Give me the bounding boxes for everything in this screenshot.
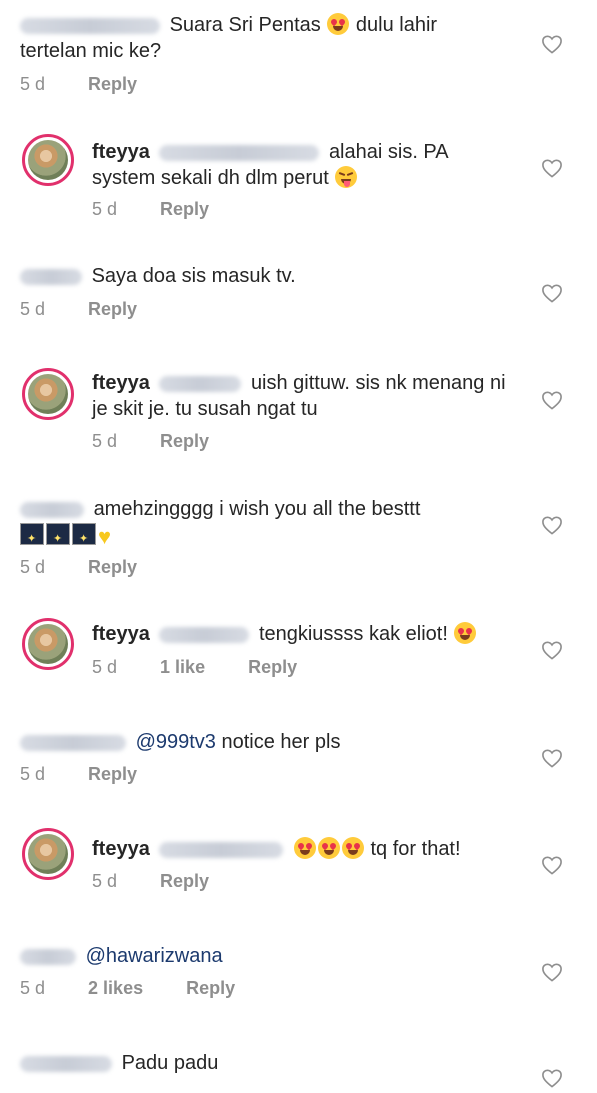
comment-time: 5 d [20,557,46,577]
comment-time: 5 d [92,871,118,891]
comment-meta: 5 d Reply [92,198,247,220]
reply-button[interactable]: Reply [160,431,209,451]
reply-button[interactable]: Reply [248,657,297,677]
reply-button[interactable]: Reply [88,299,137,319]
heart-eyes-emoji [454,622,477,644]
mention-link[interactable]: @999tv3 [136,731,216,753]
comment-text: fteyya alahai sis. PA system sekali dh d… [92,141,449,189]
comment-text: Suara Sri Pentas dulu lahir tertelan mic… [20,13,438,62]
username[interactable]: fteyya [92,372,150,394]
comment-meta: 5 d Reply [20,298,175,320]
comment-text: amehzingggg i wish you all the besttt ♥ [20,496,490,552]
comment-time: 5 d [20,764,46,784]
blurred-username[interactable] [20,948,76,965]
blurred-mention[interactable] [159,841,284,858]
username[interactable]: fteyya [92,141,150,163]
comment-text: Padu padu [20,1050,490,1076]
comment-text: Saya doa sis masuk tv. [20,263,490,289]
comment-time: 5 d [92,657,118,677]
comment-text: fteyya tq for that! [92,837,461,860]
heart-eyes-emoji [293,837,316,859]
reply-button[interactable]: Reply [88,557,137,577]
mention-link[interactable]: @hawarizwana [86,945,223,967]
reply-button[interactable]: Reply [88,74,137,94]
sparkler-emoji [72,523,96,552]
username[interactable]: fteyya [92,623,150,645]
heart-eyes-emoji [317,837,340,859]
like-heart-icon[interactable] [541,962,563,982]
profile-avatar[interactable] [22,134,74,186]
profile-avatar[interactable] [22,618,74,670]
comment-time: 5 d [20,299,46,319]
blurred-mention[interactable] [159,144,320,161]
heart-eyes-emoji [327,13,350,35]
reply-button[interactable]: Reply [160,199,209,219]
comment-text: fteyya tengkiussss kak eliot! [92,621,562,647]
like-heart-icon[interactable] [541,390,563,410]
comment-meta: 5 d Reply [20,556,175,578]
comment-text: @hawarizwana [20,943,490,969]
comment-text: fteyya uish gittuw. sis nk menang ni je … [92,372,506,420]
comment-meta: 5 d Reply [20,73,175,95]
like-heart-icon[interactable] [541,34,563,54]
comment-time: 5 d [20,74,46,94]
reply-button[interactable]: Reply [186,978,235,998]
like-heart-icon[interactable] [541,640,563,660]
sparkler-emoji [20,523,44,552]
like-heart-icon[interactable] [541,515,563,535]
username[interactable]: fteyya [92,838,150,860]
heart-eyes-emoji [341,837,364,859]
comment-time: 5 d [92,199,118,219]
comment-meta: 5 d Reply [20,763,175,785]
like-count[interactable]: 1 like [160,657,205,677]
like-heart-icon[interactable] [541,855,563,875]
blurred-username[interactable] [20,734,126,751]
blurred-mention[interactable] [159,375,242,392]
squinting-tongue-emoji [335,166,358,188]
like-heart-icon[interactable] [541,1068,563,1088]
comment-meta: 5 d Reply [92,430,247,452]
profile-avatar[interactable] [22,828,74,880]
reply-button[interactable]: Reply [88,764,137,784]
blurred-username[interactable] [20,268,82,285]
like-heart-icon[interactable] [541,158,563,178]
sparkler-emoji [46,523,70,552]
comment-meta: 5 d 1 like Reply [92,656,335,678]
blurred-mention[interactable] [159,626,250,643]
comment-time: 5 d [20,978,46,998]
comment-text: @999tv3 notice her pls [20,729,490,755]
profile-avatar[interactable] [22,368,74,420]
reply-button[interactable]: Reply [160,871,209,891]
blurred-username[interactable] [20,17,160,34]
comment-meta: 5 d Reply [92,870,247,892]
blurred-username[interactable] [20,1055,112,1072]
like-count[interactable]: 2 likes [88,978,143,998]
yellow-heart-emoji: ♥ [98,524,112,549]
like-heart-icon[interactable] [541,748,563,768]
comment-meta: 5 d 2 likes Reply [20,977,273,999]
comment-time: 5 d [92,431,118,451]
like-heart-icon[interactable] [541,283,563,303]
blurred-username[interactable] [20,501,84,518]
